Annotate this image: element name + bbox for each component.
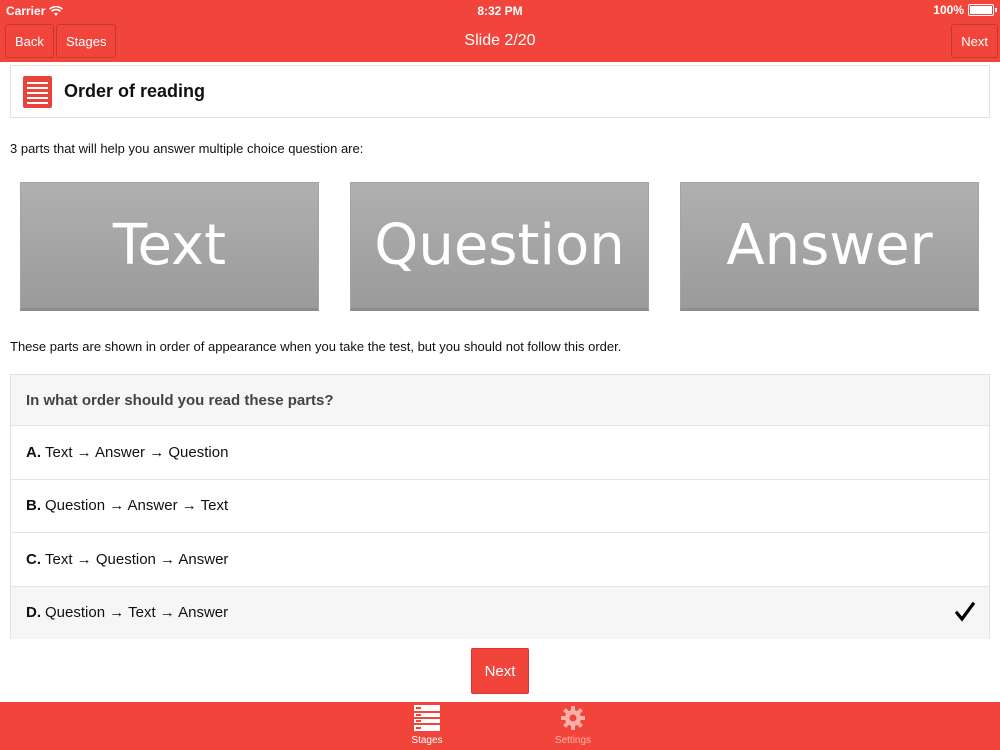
question-card: In what order should you read these part… <box>10 374 990 639</box>
next-button[interactable]: Next <box>471 648 529 694</box>
option-letter: D. <box>26 604 41 622</box>
order-note: These parts are shown in order of appear… <box>10 339 622 354</box>
option-text: Question → Answer → Text <box>45 497 229 515</box>
tile-answer: Answer <box>680 182 979 311</box>
tile-question: Question <box>350 182 649 311</box>
option-letter: C. <box>26 550 41 568</box>
gear-icon <box>561 706 585 730</box>
stages-icon <box>414 705 440 731</box>
battery-icon <box>968 4 997 16</box>
tab-label: Settings <box>554 735 592 746</box>
option-text: Question → Text → Answer <box>45 604 229 622</box>
document-list-icon <box>23 75 52 108</box>
tab-settings[interactable]: Settings <box>538 704 608 750</box>
checkmark-icon <box>955 601 975 622</box>
battery-label: 100% <box>933 3 964 17</box>
option-d[interactable]: D. Question → Text → Answer <box>11 585 989 639</box>
option-b[interactable]: B. Question → Answer → Text <box>11 478 989 533</box>
tile-text: Text <box>20 182 319 311</box>
tab-label: Stages <box>411 735 443 746</box>
option-c[interactable]: C. Text → Question → Answer <box>11 532 989 586</box>
option-a[interactable]: A. Text → Answer → Question <box>11 425 989 479</box>
slide-title: Slide 2/20 <box>464 32 536 49</box>
option-letter: A. <box>26 443 41 461</box>
section-header: Order of reading <box>10 65 990 118</box>
status-time: 8:32 PM <box>477 4 523 18</box>
top-bar: Carrier 8:32 PM 100% Back Stages Slide 2… <box>0 0 1000 62</box>
question-prompt: In what order should you read these part… <box>11 375 989 425</box>
intro-text: 3 parts that will help you answer multip… <box>10 141 364 156</box>
option-text: Text → Question → Answer <box>45 550 229 568</box>
battery-indicator: 100% <box>933 3 997 17</box>
status-bar: Carrier 8:32 PM 100% <box>0 0 1000 20</box>
option-text: Text → Answer → Question <box>45 443 229 461</box>
option-letter: B. <box>26 497 41 515</box>
tab-stages[interactable]: Stages <box>392 704 462 750</box>
tab-bar: Stages Settings <box>0 702 1000 750</box>
next-nav-button[interactable]: Next <box>951 24 998 58</box>
section-title: Order of reading <box>64 81 206 101</box>
